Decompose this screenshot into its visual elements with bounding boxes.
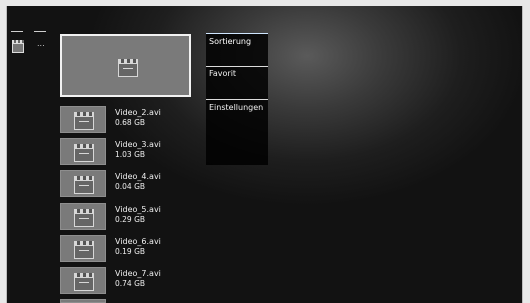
menu-item-favorit[interactable]: Favorit (206, 69, 268, 79)
mini-divider-line (34, 31, 46, 32)
clapperboard-icon (74, 144, 94, 162)
menu-item-einstellungen[interactable]: Einstellungen (206, 103, 268, 113)
video-name: Video_4.avi (115, 172, 161, 181)
video-thumbnail[interactable] (60, 235, 106, 262)
video-size: 0.04 GB (115, 182, 146, 191)
selected-video-thumbnail[interactable] (60, 34, 191, 97)
window-border-right (522, 6, 523, 303)
menu-item-sortierung[interactable]: Sortierung (206, 37, 268, 47)
media-browser-window: ... Video_2.avi 0.68 GB Video_3.avi 1.03… (7, 6, 522, 303)
left-mini-toolbar: ... (9, 31, 49, 61)
clapperboard-icon (74, 112, 94, 130)
video-name: Video_6.avi (115, 237, 161, 246)
video-name: Video_3.avi (115, 140, 161, 149)
clapperboard-icon (12, 40, 24, 53)
video-size: 1.03 GB (115, 150, 146, 159)
menu-active-indicator (206, 33, 268, 34)
ellipsis-icon: ... (37, 39, 45, 48)
clapperboard-icon (74, 273, 94, 291)
video-name: Video_2.avi (115, 108, 161, 117)
video-thumbnail-partial (60, 299, 106, 303)
mini-divider-line (11, 31, 23, 32)
context-menu: Sortierung Favorit Einstellungen (206, 33, 268, 165)
clapperboard-icon (74, 241, 94, 259)
menu-divider (206, 99, 268, 100)
video-size: 0.74 GB (115, 279, 146, 288)
video-thumbnail[interactable] (60, 203, 106, 230)
video-thumbnail[interactable] (60, 267, 106, 294)
video-name: Video_7.avi (115, 269, 161, 278)
clapperboard-icon (118, 59, 138, 77)
video-size: 0.19 GB (115, 247, 146, 256)
video-size: 0.29 GB (115, 215, 146, 224)
clapperboard-icon (74, 176, 94, 194)
video-name: Video_5.avi (115, 205, 161, 214)
video-size: 0.68 GB (115, 118, 146, 127)
menu-divider (206, 66, 268, 67)
clapperboard-icon (74, 209, 94, 227)
video-thumbnail[interactable] (60, 138, 106, 165)
video-thumbnail[interactable] (60, 170, 106, 197)
video-thumbnail[interactable] (60, 106, 106, 133)
